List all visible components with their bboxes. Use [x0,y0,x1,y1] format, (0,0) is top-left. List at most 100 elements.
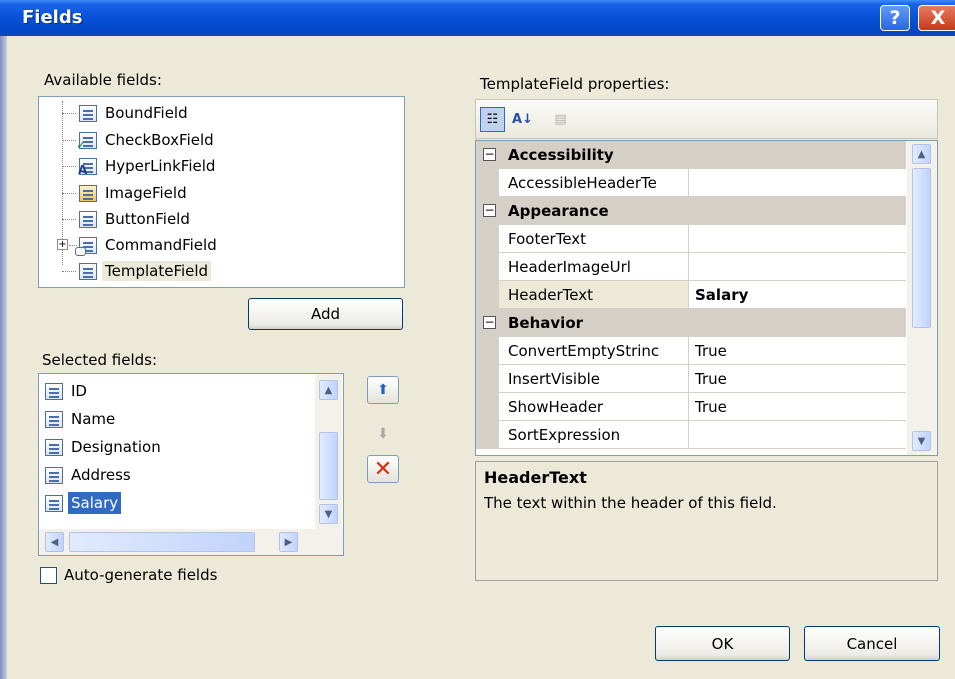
category-name: Appearance [508,202,609,220]
row-gutter [476,253,499,281]
property-name: AccessibleHeaderTe [499,169,689,197]
collapse-icon[interactable]: − [483,316,496,329]
property-value[interactable]: True [689,393,906,421]
row-gutter [476,365,499,393]
row-gutter [476,225,499,253]
category-appearance[interactable]: − Appearance [476,197,906,225]
selected-fields-label: Selected fields: [42,351,158,369]
move-up-button[interactable]: ⬆ [367,376,399,404]
property-description: HeaderText The text within the header of… [475,461,938,581]
property-row-selected[interactable]: HeaderText Salary [476,281,906,309]
property-row[interactable]: InsertVisible True [476,365,906,393]
cancel-button[interactable]: Cancel [804,626,940,661]
property-pages-icon: ▤ [554,112,567,127]
row-gutter [476,421,499,449]
delete-button[interactable]: ✕ [367,455,399,483]
property-vertical-scrollbar[interactable]: ▲ ▼ [907,141,937,455]
list-item-label: Salary [68,492,122,514]
tree-item-commandfield[interactable]: CommandField [75,233,220,257]
property-value[interactable] [689,169,906,197]
property-value[interactable]: Salary [689,281,906,309]
window-border [0,36,7,679]
selected-vertical-scrollbar[interactable]: ▲ ▼ [315,374,342,529]
autogen-label: Auto-generate fields [64,566,218,584]
window-title: Fields [22,7,83,28]
scroll-up-arrow[interactable]: ▲ [912,144,931,164]
scroll-thumb[interactable] [912,168,931,328]
tree-connector [62,271,76,272]
scroll-left-arrow[interactable]: ◀ [45,532,64,552]
autogen-checkbox[interactable] [40,567,57,584]
field-icon [45,466,63,484]
tree-item-buttonfield[interactable]: ButtonField [79,207,193,231]
scroll-down-arrow[interactable]: ▼ [912,431,931,451]
categorized-view-button[interactable]: ☷ [480,107,505,132]
available-fields-tree[interactable]: BoundField CheckBoxField HyperLinkField … [38,96,405,288]
properties-label: TemplateField properties: [480,75,670,93]
scroll-up-arrow[interactable]: ▲ [319,380,338,400]
scroll-thumb[interactable] [69,532,255,552]
description-title: HeaderText [484,468,587,487]
property-row[interactable]: HeaderImageUrl [476,253,906,281]
property-value[interactable] [689,421,906,449]
imagefield-icon [79,184,97,202]
property-value[interactable] [689,225,906,253]
scroll-right-arrow[interactable]: ▶ [279,532,298,552]
help-button[interactable]: ? [880,5,910,31]
category-behavior[interactable]: − Behavior [476,309,906,337]
list-item-label: Name [71,410,116,428]
row-gutter [476,337,499,365]
property-row[interactable]: ConvertEmptyStrinc True [476,337,906,365]
category-name: Behavior [508,314,584,332]
list-item-designation[interactable]: Designation [45,434,164,460]
tree-item-imagefield[interactable]: ImageField [79,181,190,205]
delete-x-icon: ✕ [373,456,393,482]
list-item-label: ID [71,382,87,400]
list-item-label: Address [71,466,131,484]
property-name: ConvertEmptyStrinc [499,337,689,365]
tree-item-checkboxfield[interactable]: CheckBoxField [76,128,217,152]
close-button[interactable]: X [918,5,955,31]
tree-item-label: TemplateField [102,261,212,281]
field-icon [45,494,63,512]
tree-connector [62,140,76,141]
tree-item-hyperlinkfield[interactable]: HyperLinkField [78,154,218,178]
list-item-label: Designation [71,438,161,456]
property-value[interactable] [689,253,906,281]
property-row[interactable]: SortExpression [476,421,906,449]
property-value[interactable]: True [689,365,906,393]
property-row[interactable]: FooterText [476,225,906,253]
list-item-salary[interactable]: Salary [45,490,122,516]
add-button[interactable]: Add [248,298,403,330]
ok-button[interactable]: OK [655,626,790,661]
category-accessibility[interactable]: − Accessibility [476,141,906,169]
tree-item-boundfield[interactable]: BoundField [79,101,191,125]
field-icon [45,410,63,428]
property-pages-button[interactable]: ▤ [548,107,573,132]
expand-toggle[interactable]: + [57,239,68,250]
property-row[interactable]: AccessibleHeaderTe [476,169,906,197]
move-down-button[interactable]: ⬇ [367,420,399,448]
alphabetical-view-button[interactable]: A↓ [510,107,535,132]
list-item-name[interactable]: Name [45,406,118,432]
list-item-address[interactable]: Address [45,462,134,488]
selected-fields-list[interactable]: ID Name Designation Address Salary ▲ ▼ ◀… [38,373,344,556]
buttonfield-icon [79,210,97,228]
property-name: HeaderImageUrl [499,253,689,281]
property-value[interactable]: True [689,337,906,365]
property-toolbar: ☷ A↓ ▤ [475,99,938,139]
list-item-id[interactable]: ID [45,378,90,404]
scroll-down-arrow[interactable]: ▼ [319,504,338,524]
property-grid[interactable]: − Accessibility AccessibleHeaderTe − App… [475,140,938,456]
scroll-thumb[interactable] [319,432,338,500]
tree-item-templatefield[interactable]: TemplateField [79,259,212,283]
selected-horizontal-scrollbar[interactable]: ◀ ▶ [39,529,343,555]
collapse-icon[interactable]: − [483,148,496,161]
description-text: The text within the header of this field… [484,494,777,512]
row-gutter [476,281,499,309]
property-row[interactable]: ShowHeader True [476,393,906,421]
collapse-icon[interactable]: − [483,204,496,217]
tree-item-label: CommandField [105,236,217,254]
commandfield-icon [75,236,97,256]
tree-item-label: ButtonField [105,210,190,228]
